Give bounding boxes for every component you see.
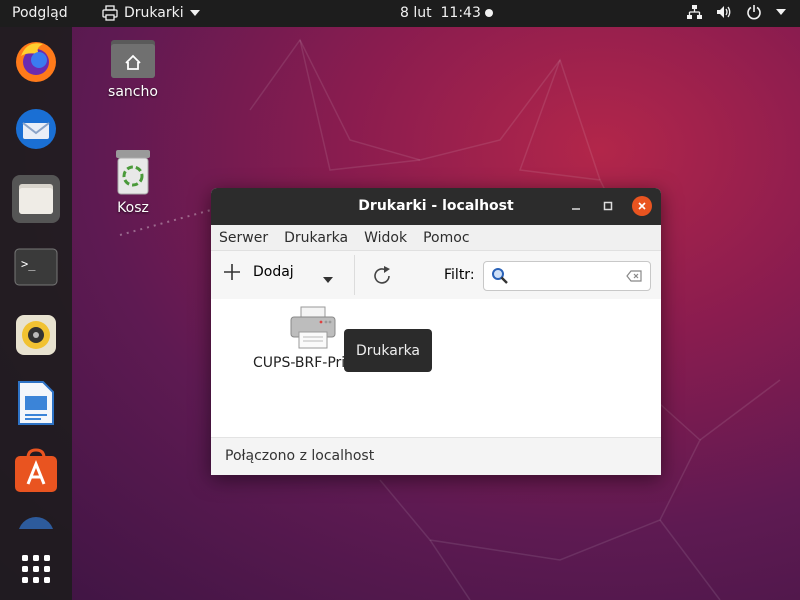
menu-view[interactable]: Widok	[364, 230, 407, 246]
printer-large-icon	[290, 306, 336, 349]
desktop-icon-trash-label: Kosz	[117, 200, 149, 216]
close-button[interactable]	[632, 196, 652, 216]
dock-item-firefox[interactable]	[12, 37, 60, 85]
add-button[interactable]: Dodaj	[223, 263, 294, 281]
dock-item-files[interactable]	[12, 175, 60, 223]
toolbar: Dodaj Filtr:	[211, 251, 661, 300]
thunderbird-icon	[16, 109, 56, 149]
volume-icon	[717, 6, 731, 18]
notification-dot	[485, 9, 493, 17]
desktop-icon-home-label: sancho	[108, 84, 158, 100]
help-icon	[19, 517, 53, 529]
dock-item-rhythmbox[interactable]	[12, 311, 60, 359]
system-tray[interactable]	[686, 4, 786, 20]
dock-item-help[interactable]	[12, 515, 60, 529]
menu-server[interactable]: Serwer	[219, 230, 268, 246]
svg-text:>_: >_	[21, 257, 36, 271]
writer-icon	[18, 381, 54, 425]
maximize-button[interactable]	[598, 196, 618, 216]
software-icon	[15, 448, 57, 492]
maximize-icon	[603, 201, 613, 211]
window-title: Drukarki - localhost	[358, 198, 514, 214]
files-icon	[19, 184, 53, 214]
refresh-icon	[374, 266, 390, 284]
chevron-down-icon	[189, 10, 200, 16]
menu-bar: Serwer Drukarka Widok Pomoc	[211, 225, 661, 251]
filter-field[interactable]	[483, 261, 651, 291]
window-titlebar[interactable]: Drukarki - localhost	[211, 188, 661, 225]
grid-icon	[22, 555, 50, 583]
terminal-icon: >_	[14, 248, 58, 286]
printer-list: CUPS-BRF-Printer	[211, 299, 661, 437]
chevron-down-icon	[323, 277, 333, 283]
home-folder-icon	[111, 40, 155, 78]
dock-item-thunderbird[interactable]	[12, 105, 60, 153]
clear-icon[interactable]	[626, 270, 642, 282]
printer-tooltip: Drukarka	[344, 329, 432, 372]
printers-window: Drukarki - localhost Serwer Drukarka Wid…	[211, 188, 661, 475]
desktop-icon-trash[interactable]: Kosz	[93, 148, 173, 216]
filter-label: Filtr:	[444, 267, 475, 283]
firefox-icon	[16, 42, 56, 82]
clock-date: 8 lut	[400, 5, 432, 21]
show-applications-button[interactable]	[12, 545, 60, 593]
top-bar: Podgląd Drukarki 8 lut 11:43	[0, 0, 800, 27]
printer-icon	[102, 5, 118, 21]
rhythmbox-icon	[16, 315, 56, 355]
activities-button[interactable]: Podgląd	[12, 5, 68, 21]
close-icon	[638, 202, 646, 210]
dock: >_	[0, 27, 72, 600]
status-text: Połączono z localhost	[225, 448, 375, 464]
minimize-button[interactable]	[566, 196, 586, 216]
search-icon	[492, 268, 508, 284]
status-bar: Połączono z localhost	[211, 437, 661, 475]
desktop-icon-home[interactable]: sancho	[93, 36, 173, 100]
app-menu[interactable]: Drukarki	[102, 5, 200, 21]
trash-icon	[116, 150, 150, 195]
menu-help[interactable]: Pomoc	[423, 230, 469, 246]
minimize-icon	[572, 208, 580, 210]
filter-input[interactable]	[514, 266, 618, 283]
dock-item-writer[interactable]	[12, 379, 60, 427]
toolbar-separator	[354, 255, 355, 295]
refresh-button[interactable]	[371, 265, 393, 291]
app-menu-label: Drukarki	[124, 5, 184, 21]
dock-item-terminal[interactable]: >_	[12, 243, 60, 291]
plus-icon	[224, 264, 240, 280]
add-button-label: Dodaj	[253, 264, 294, 280]
power-icon	[747, 5, 761, 20]
add-dropdown-button[interactable]	[323, 271, 333, 287]
menu-printer[interactable]: Drukarka	[284, 230, 348, 246]
clock-time: 11:43	[440, 5, 481, 21]
printer-item[interactable]	[289, 305, 337, 355]
dock-item-software[interactable]	[12, 447, 60, 495]
chevron-down-icon	[776, 9, 786, 15]
network-icon	[687, 5, 702, 19]
clock[interactable]: 8 lut 11:43	[400, 5, 481, 21]
